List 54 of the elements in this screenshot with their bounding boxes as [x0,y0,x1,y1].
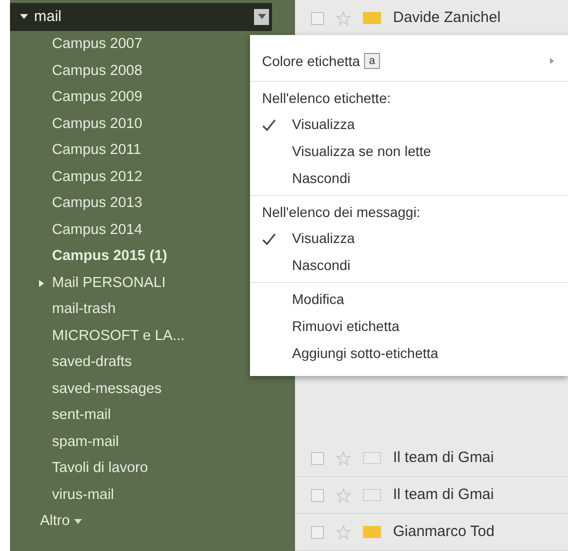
label-link[interactable]: saved-messages [52,378,162,401]
caret-down-icon [20,14,28,20]
caret-down-icon [74,519,82,525]
importance-marker[interactable] [363,526,381,538]
row-checkbox[interactable] [311,452,324,464]
label-link[interactable]: Campus 2015 (1) [52,246,168,268]
label-link[interactable]: Mail PERSONALI [52,272,166,295]
menu-action[interactable]: Aggiungi sotto-etichetta [292,343,438,364]
more-link[interactable]: Altro [40,511,70,533]
star-icon[interactable] [336,10,351,26]
label-link[interactable]: mail-trash [52,299,116,322]
label-link[interactable]: Campus 2009 [52,87,142,110]
star-icon[interactable] [336,488,351,502]
star-icon[interactable] [336,524,351,540]
label-color-item[interactable]: Colore etichetta a [250,44,568,78]
message-sender: Gianmarco Tod [393,522,494,542]
label-header[interactable]: mail [10,3,272,31]
importance-marker[interactable] [363,12,381,24]
label-link[interactable]: Campus 2014 [52,220,142,242]
importance-marker[interactable] [363,489,381,501]
label-link[interactable]: spam-mail [52,432,119,454]
importance-marker[interactable] [363,452,381,464]
menu-section-heading: Nell'elenco dei messaggi: [262,202,420,222]
label-link[interactable]: Campus 2012 [52,166,142,189]
row-checkbox[interactable] [311,12,324,24]
menu-action[interactable]: Modifica [292,289,344,310]
menu-option[interactable]: Nascondi [292,255,350,276]
label-link[interactable]: virus-mail [52,484,114,507]
menu-section-heading: Nell'elenco etichette: [262,88,391,108]
label-link[interactable]: Campus 2011 [52,140,142,162]
label-options-button[interactable] [254,9,269,25]
label-link[interactable]: MICROSOFT e LA... [52,326,185,348]
row-checkbox[interactable] [311,488,324,502]
star-icon[interactable] [336,450,351,466]
row-checkbox[interactable] [311,526,324,538]
label-link[interactable]: sent-mail [52,405,111,428]
expand-arrow-icon[interactable] [39,280,44,288]
message-sender: Il team di Gmai [393,484,494,505]
label-link[interactable]: saved-drafts [52,352,132,374]
label-link[interactable]: Campus 2013 [52,193,142,216]
label-link[interactable]: Tavoli di lavoro [52,458,148,480]
label-link[interactable]: Campus 2007 [52,34,142,56]
label-link[interactable]: Campus 2008 [52,60,142,83]
menu-action[interactable]: Rimuovi etichetta [292,316,400,337]
caret-down-icon [258,14,266,20]
menu-option[interactable]: Visualizza se non lette [292,141,432,162]
menu-option[interactable]: Visualizza [292,228,355,249]
message-sender: Davide Zanichel [393,8,501,28]
label-link[interactable]: Campus 2010 [52,114,142,136]
submenu-arrow-icon [550,58,554,64]
menu-option[interactable]: Visualizza [292,114,355,135]
message-sender: Il team di Gmai [393,448,494,468]
menu-option[interactable]: Nascondi [292,168,350,189]
label-name: mail [34,6,63,27]
